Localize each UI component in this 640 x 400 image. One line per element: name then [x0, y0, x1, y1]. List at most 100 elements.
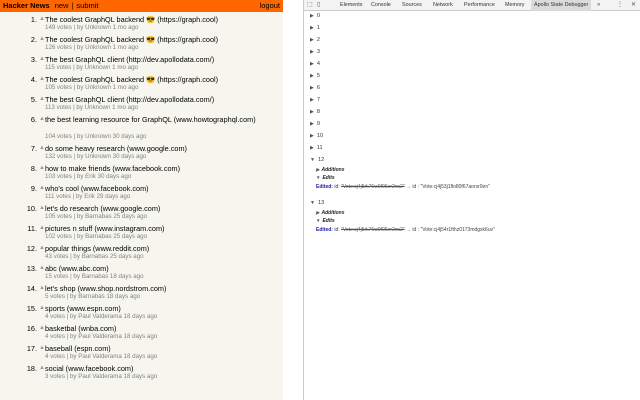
- caret-right-icon[interactable]: ▶: [310, 133, 314, 139]
- item-meta: 132 votes | by Unknown 30 days ago: [45, 153, 147, 160]
- item-title[interactable]: The coolest GraphQL backend 😎 (https://g…: [45, 35, 218, 44]
- caret-right-icon[interactable]: ▶: [310, 61, 314, 67]
- tab-apollo-state-debugger[interactable]: Apollo State Debugger: [531, 0, 592, 11]
- caret-right-icon[interactable]: ▶: [310, 13, 314, 19]
- link-item: 16. ▲ basketbal (wnba.com) 4 votes | by …: [0, 321, 283, 341]
- caret-down-icon[interactable]: ▼: [310, 200, 315, 206]
- nav-new-link[interactable]: new: [55, 0, 69, 12]
- item-rank: 3.: [30, 55, 37, 64]
- item-title[interactable]: The coolest GraphQL backend 😎 (https://g…: [45, 75, 218, 84]
- caret-right-icon[interactable]: ▶: [310, 109, 314, 115]
- item-title[interactable]: the best learning resource for GraphQL (…: [45, 115, 275, 124]
- logout-link[interactable]: logout: [260, 0, 280, 12]
- state-row-expanded[interactable]: ▼ 13: [310, 199, 324, 208]
- caret-right-icon[interactable]: ▶: [310, 121, 314, 127]
- hn-brand[interactable]: Hacker News: [3, 0, 50, 12]
- item-rank: 13.: [26, 264, 37, 273]
- row-index: 11: [316, 145, 323, 151]
- row-index: 1: [316, 25, 320, 31]
- tab-elements[interactable]: Elements: [340, 0, 362, 11]
- state-row[interactable]: ▶ 8: [310, 108, 320, 117]
- link-item: 12. ▲ popular things (www.reddit.com) 43…: [0, 241, 283, 261]
- item-title[interactable]: popular things (www.reddit.com): [45, 244, 149, 253]
- item-title[interactable]: The best GraphQL client (http://dev.apol…: [45, 95, 214, 104]
- item-rank: 8.: [30, 164, 37, 173]
- item-title[interactable]: pictures n stuff (www.instagram.com): [45, 224, 165, 233]
- caret-down-icon[interactable]: ▼: [316, 175, 320, 180]
- state-row[interactable]: ▶ 4: [310, 60, 320, 69]
- item-meta: 3 votes | by Paul Valderama 18 days ago: [45, 373, 158, 380]
- item-title[interactable]: social (www.facebook.com): [45, 364, 133, 373]
- state-row[interactable]: ▶ 5: [310, 72, 320, 81]
- item-title[interactable]: The coolest GraphQL backend 😎 (https://g…: [45, 15, 218, 24]
- tab-performance[interactable]: Performance: [464, 0, 495, 11]
- close-icon[interactable]: ✕: [631, 0, 636, 11]
- item-title[interactable]: how to make friends (www.facebook.com): [45, 164, 180, 173]
- state-row[interactable]: ▶ 10: [310, 132, 323, 141]
- caret-right-icon[interactable]: ▶: [310, 37, 314, 43]
- caret-right-icon[interactable]: ▶: [310, 145, 314, 151]
- state-row[interactable]: ▶ 2: [310, 36, 320, 45]
- caret-right-icon[interactable]: ▶: [310, 49, 314, 55]
- caret-right-icon[interactable]: ▶: [316, 210, 319, 215]
- item-title[interactable]: sports (www.espn.com): [45, 304, 121, 313]
- item-title[interactable]: basketbal (wnba.com): [45, 324, 116, 333]
- caret-right-icon[interactable]: ▶: [310, 73, 314, 79]
- item-title[interactable]: do some heavy research (www.google.com): [45, 144, 187, 153]
- link-item: 8. ▲ how to make friends (www.facebook.c…: [0, 161, 283, 181]
- nav-submit-link[interactable]: submit: [76, 0, 98, 12]
- item-meta: 5 votes | by Barnabas 18 days ago: [45, 293, 141, 300]
- caret-right-icon[interactable]: ▶: [316, 167, 319, 172]
- edit-entry: Edited: id: "Vote:cj4j5rk76w0f06er2ns2" …: [316, 226, 495, 234]
- tab-network[interactable]: Network: [433, 0, 453, 11]
- item-meta: 4 votes | by Paul Valderama 18 days ago: [45, 313, 158, 320]
- state-row[interactable]: ▶ 9: [310, 120, 320, 129]
- edits-label: Edits: [322, 175, 335, 181]
- item-rank: 11.: [27, 224, 37, 233]
- edits-node[interactable]: ▼ Edits: [316, 217, 335, 225]
- more-tabs-icon[interactable]: »: [597, 0, 600, 11]
- item-title[interactable]: The best GraphQL client (http://dev.apol…: [45, 55, 214, 64]
- state-row[interactable]: ▶ 0: [310, 12, 320, 21]
- link-item: 18. ▲ social (www.facebook.com) 3 votes …: [0, 361, 283, 381]
- id-key: id:: [334, 227, 340, 233]
- item-title[interactable]: let's do research (www.google.com): [45, 204, 160, 213]
- state-row[interactable]: ▶ 3: [310, 48, 320, 57]
- item-rank: 7.: [30, 144, 37, 153]
- caret-right-icon[interactable]: ▶: [310, 97, 314, 103]
- item-title[interactable]: baseball (espn.com): [45, 344, 111, 353]
- new-value: id : "Vote:cj4j54r1fthz0173mdgxk6uv": [412, 227, 495, 233]
- link-item: 14. ▲ let's shop (www.shop.nordstrom.com…: [0, 281, 283, 301]
- state-row[interactable]: ▶ 11: [310, 144, 323, 153]
- item-rank: 4.: [30, 75, 37, 84]
- state-row[interactable]: ▶ 1: [310, 24, 320, 33]
- additions-node[interactable]: ▶ Additions: [316, 166, 345, 174]
- caret-right-icon[interactable]: ▶: [310, 25, 314, 31]
- item-meta: 105 votes | by Unknown 1 mo ago: [45, 84, 139, 91]
- item-rank: 6.: [30, 115, 37, 124]
- item-rank: 9.: [30, 184, 37, 193]
- edits-node[interactable]: ▼ Edits: [316, 174, 335, 182]
- caret-down-icon[interactable]: ▼: [316, 218, 320, 223]
- caret-right-icon[interactable]: ▶: [310, 85, 314, 91]
- kebab-menu-icon[interactable]: ⋮: [617, 0, 623, 11]
- item-title[interactable]: abc (www.abc.com): [45, 264, 109, 273]
- item-title[interactable]: who's cool (www.facebook.com): [45, 184, 149, 193]
- tab-sources[interactable]: Sources: [402, 0, 422, 11]
- tab-memory[interactable]: Memory: [505, 0, 524, 11]
- item-meta: 149 votes | by Unknown 1 mo ago: [45, 24, 139, 31]
- row-index: 5: [316, 73, 320, 79]
- inspect-element-icon[interactable]: ⬚: [307, 0, 313, 11]
- item-meta: 111 votes | by Erik 29 days ago: [45, 193, 131, 200]
- item-title[interactable]: let's shop (www.shop.nordstrom.com): [45, 284, 166, 293]
- caret-down-icon[interactable]: ▼: [310, 157, 315, 163]
- tab-console[interactable]: Console: [371, 0, 391, 11]
- link-item: 7. ▲ do some heavy research (www.google.…: [0, 141, 283, 161]
- link-item: 10. ▲ let's do research (www.google.com)…: [0, 201, 283, 221]
- item-rank: 14.: [26, 284, 37, 293]
- state-row[interactable]: ▶ 7: [310, 96, 320, 105]
- device-toolbar-icon[interactable]: ▯: [317, 0, 320, 11]
- state-row[interactable]: ▶ 6: [310, 84, 320, 93]
- additions-node[interactable]: ▶ Additions: [316, 209, 345, 217]
- state-row-expanded[interactable]: ▼ 12: [310, 156, 324, 165]
